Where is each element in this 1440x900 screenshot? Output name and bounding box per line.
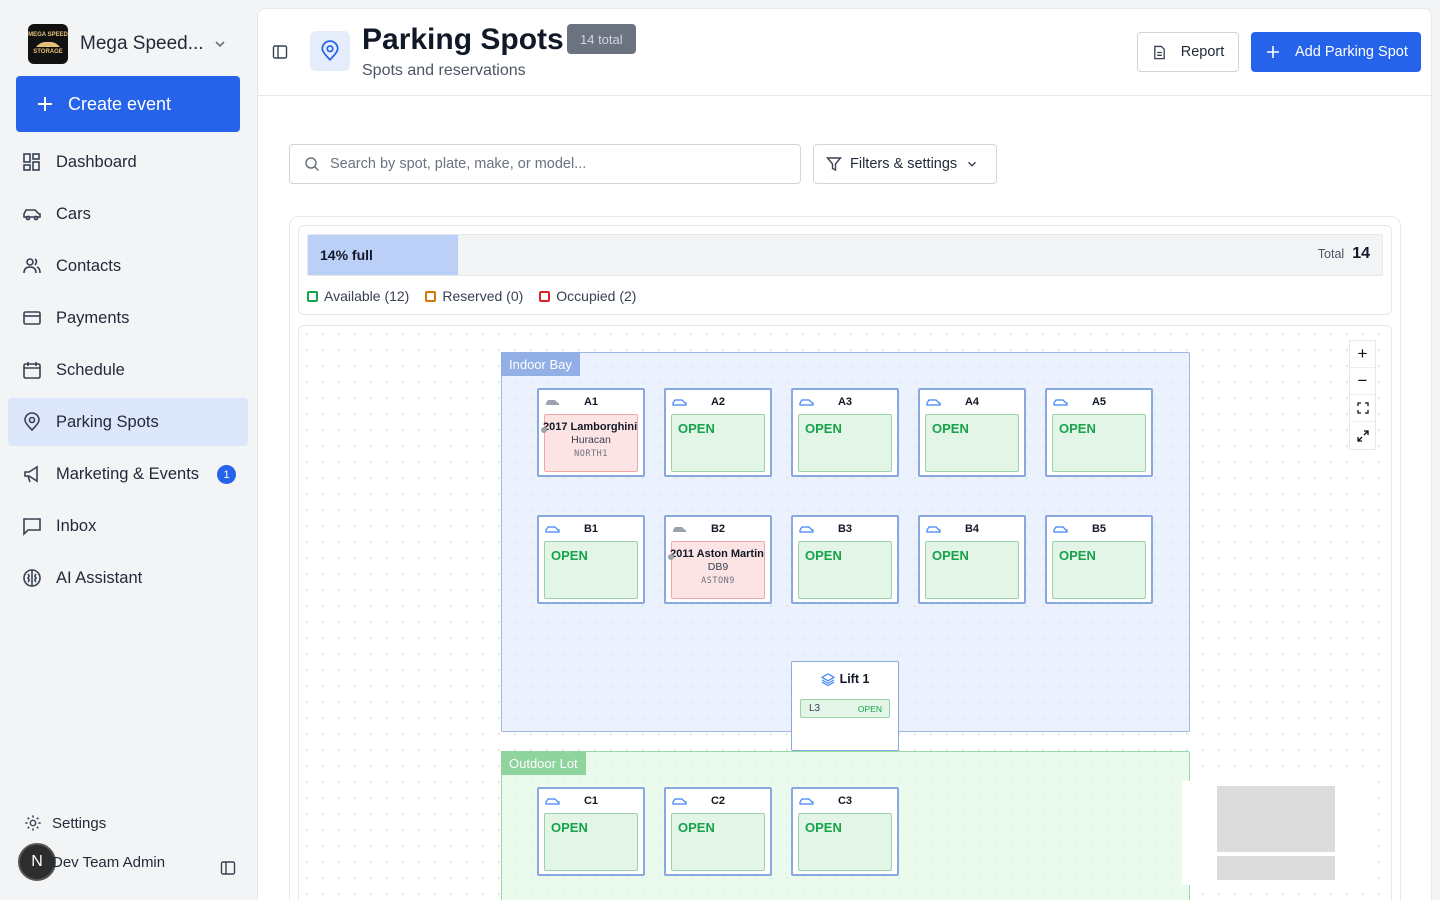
sidebar: MEGA SPEED STORAGE Mega Speed... Create … (0, 0, 256, 900)
spot-b3[interactable]: B3 OPEN (791, 515, 899, 604)
minimap[interactable] (1182, 781, 1369, 885)
total-spots: Total 14 (1317, 245, 1370, 262)
sidebar-item-payments[interactable]: Payments (8, 294, 248, 342)
fullscreen-button[interactable] (1350, 422, 1375, 449)
car-icon (23, 209, 41, 221)
parking-map-canvas[interactable]: Indoor Bay Outdoor Lot A1 2017 Lamborghi… (298, 325, 1392, 900)
sidebar-item-inbox[interactable]: Inbox (8, 502, 248, 550)
zone-label: Outdoor Lot (501, 751, 586, 775)
brain-icon (23, 569, 41, 587)
spot-a2[interactable]: A2 OPEN (664, 388, 772, 477)
zoom-controls: + − (1349, 340, 1376, 450)
reserved-swatch (425, 291, 437, 302)
spot-a1[interactable]: A1 2017 Lamborghini Huracan NORTH1 (537, 388, 645, 477)
search-icon (305, 157, 320, 172)
user-menu[interactable]: N Dev Team Admin (18, 843, 165, 881)
legend-available: Available (12) (307, 288, 409, 304)
legend-reserved: Reserved (0) (425, 288, 523, 304)
credit-card-icon (23, 311, 41, 325)
connector-dot (668, 554, 674, 560)
minimap-zone (1217, 786, 1335, 852)
user-name: Dev Team Admin (52, 853, 166, 871)
add-parking-spot-button[interactable]: Add Parking Spot (1251, 32, 1421, 72)
chevron-down-icon (968, 161, 977, 167)
car-silhouette-icon (36, 41, 60, 47)
map-pin-icon (24, 412, 40, 432)
spot-a4[interactable]: A4 OPEN (918, 388, 1026, 477)
brand-logo: MEGA SPEED STORAGE (28, 24, 68, 64)
notification-badge: 1 (217, 465, 236, 484)
sidebar-toggle-icon[interactable] (272, 44, 288, 60)
minimap-zone (1217, 856, 1335, 880)
map-pin-icon (321, 40, 339, 62)
spot-c2[interactable]: C2 OPEN (664, 787, 772, 876)
fit-view-icon (1356, 402, 1369, 414)
avatar: N (18, 843, 56, 881)
sidebar-item-schedule[interactable]: Schedule (8, 346, 248, 394)
spot-a5[interactable]: A5 OPEN (1045, 388, 1153, 477)
zoom-in-button[interactable]: + (1350, 341, 1375, 368)
report-button[interactable]: Report (1137, 32, 1239, 72)
dashboard-icon (23, 153, 40, 171)
spot-a3[interactable]: A3 OPEN (791, 388, 899, 477)
lift-name: Lift 1 (839, 672, 870, 686)
brand-name: Mega Speed... (80, 33, 204, 54)
expand-icon (1356, 429, 1369, 442)
plus-icon (1267, 46, 1279, 58)
lift-1[interactable]: Lift 1 L3 OPEN (791, 661, 899, 751)
status-legend: Available (12) Reserved (0) Occupied (2) (307, 288, 636, 304)
occupied-vehicle: 2017 Lamborghini Huracan NORTH1 (541, 414, 638, 472)
spot-b4[interactable]: B4 OPEN (918, 515, 1026, 604)
occupancy-bar: 14% full Total 14 (307, 234, 1383, 276)
message-icon (23, 518, 41, 536)
megaphone-icon (24, 465, 38, 483)
fit-view-button[interactable] (1350, 395, 1375, 422)
spot-c1[interactable]: C1 OPEN (537, 787, 645, 876)
occupancy-label: 14% full (320, 247, 373, 263)
available-swatch (307, 291, 318, 302)
page-title: Parking Spots (362, 23, 564, 56)
zone-label: Indoor Bay (501, 352, 580, 376)
document-icon (1153, 45, 1165, 59)
spot-b1[interactable]: B1 OPEN (537, 515, 645, 604)
spot-b5[interactable]: B5 OPEN (1045, 515, 1153, 604)
total-count-badge: 14 total (567, 24, 636, 54)
sidebar-item-cars[interactable]: Cars (8, 190, 248, 238)
page-subtitle: Spots and reservations (362, 62, 526, 79)
gear-icon (25, 815, 41, 831)
create-event-button[interactable]: Create event (16, 76, 240, 132)
zoom-out-button[interactable]: − (1350, 368, 1375, 395)
occupancy-stats: 14% full Total 14 Available (12) Reserved… (298, 225, 1392, 315)
connector-dot (541, 427, 547, 433)
plus-icon (38, 97, 52, 111)
settings-link[interactable]: Settings (24, 814, 106, 832)
occupied-vehicle: 2011 Aston Martin DB9 ASTON9 (668, 541, 765, 599)
occupied-swatch (539, 291, 551, 302)
lift-level-slot[interactable]: L3 OPEN (800, 699, 890, 718)
main-panel: Parking Spots 14 total Spots and reserva… (257, 8, 1432, 900)
sidebar-item-marketing-events[interactable]: Marketing & Events 1 (8, 450, 248, 498)
calendar-icon (23, 362, 41, 379)
page-icon (310, 31, 350, 71)
search-input[interactable] (330, 156, 770, 172)
brand-switcher[interactable]: MEGA SPEED STORAGE Mega Speed... (28, 24, 204, 64)
layers-icon (820, 672, 835, 686)
filters-settings-button[interactable]: Filters & settings (813, 144, 997, 184)
page-header: Parking Spots 14 total Spots and reserva… (258, 9, 1431, 96)
sidebar-item-contacts[interactable]: Contacts (8, 242, 248, 290)
sidebar-item-dashboard[interactable]: Dashboard (8, 138, 248, 186)
legend-occupied: Occupied (2) (539, 288, 636, 304)
sidebar-collapse-icon[interactable] (220, 860, 236, 876)
filter-icon (826, 157, 842, 172)
sidebar-nav: Dashboard Cars Contacts Payments Schedul… (8, 138, 248, 606)
sidebar-item-ai-assistant[interactable]: AI Assistant (8, 554, 248, 602)
chevron-down-icon[interactable] (212, 36, 228, 52)
users-icon (23, 258, 41, 274)
parking-map-card: 14% full Total 14 Available (12) Reserved… (289, 216, 1401, 900)
spot-b2[interactable]: B2 2011 Aston Martin DB9 ASTON9 (664, 515, 772, 604)
search-box[interactable] (289, 144, 801, 184)
sidebar-item-parking-spots[interactable]: Parking Spots (8, 398, 248, 446)
spot-c3[interactable]: C3 OPEN (791, 787, 899, 876)
